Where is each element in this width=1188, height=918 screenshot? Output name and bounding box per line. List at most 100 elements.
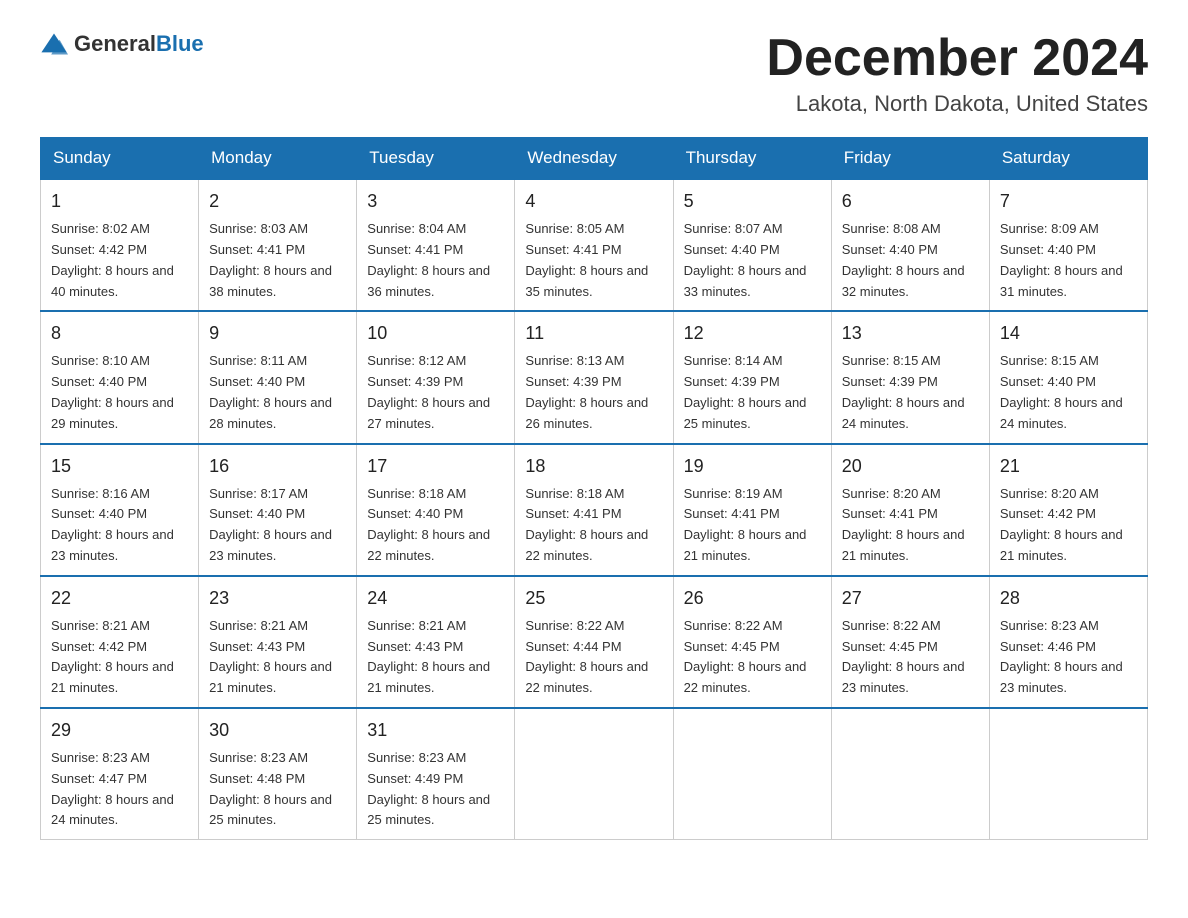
calendar-cell: 29 Sunrise: 8:23 AMSunset: 4:47 PMDaylig… <box>41 708 199 840</box>
day-number: 26 <box>684 585 821 612</box>
header-wednesday: Wednesday <box>515 138 673 180</box>
calendar-cell: 23 Sunrise: 8:21 AMSunset: 4:43 PMDaylig… <box>199 576 357 708</box>
day-number: 12 <box>684 320 821 347</box>
page-title: December 2024 <box>766 30 1148 87</box>
day-number: 17 <box>367 453 504 480</box>
header-tuesday: Tuesday <box>357 138 515 180</box>
day-number: 23 <box>209 585 346 612</box>
calendar-cell: 5 Sunrise: 8:07 AMSunset: 4:40 PMDayligh… <box>673 179 831 311</box>
header-monday: Monday <box>199 138 357 180</box>
weekday-header-row: Sunday Monday Tuesday Wednesday Thursday… <box>41 138 1148 180</box>
calendar-cell: 9 Sunrise: 8:11 AMSunset: 4:40 PMDayligh… <box>199 311 357 443</box>
day-info: Sunrise: 8:04 AMSunset: 4:41 PMDaylight:… <box>367 221 490 298</box>
calendar-cell: 12 Sunrise: 8:14 AMSunset: 4:39 PMDaylig… <box>673 311 831 443</box>
day-number: 10 <box>367 320 504 347</box>
day-info: Sunrise: 8:16 AMSunset: 4:40 PMDaylight:… <box>51 486 174 563</box>
day-number: 1 <box>51 188 188 215</box>
day-info: Sunrise: 8:20 AMSunset: 4:42 PMDaylight:… <box>1000 486 1123 563</box>
calendar-cell: 10 Sunrise: 8:12 AMSunset: 4:39 PMDaylig… <box>357 311 515 443</box>
day-number: 21 <box>1000 453 1137 480</box>
calendar-week-row: 29 Sunrise: 8:23 AMSunset: 4:47 PMDaylig… <box>41 708 1148 840</box>
calendar-week-row: 8 Sunrise: 8:10 AMSunset: 4:40 PMDayligh… <box>41 311 1148 443</box>
calendar-cell: 18 Sunrise: 8:18 AMSunset: 4:41 PMDaylig… <box>515 444 673 576</box>
day-info: Sunrise: 8:12 AMSunset: 4:39 PMDaylight:… <box>367 353 490 430</box>
logo-blue: Blue <box>156 31 204 56</box>
day-info: Sunrise: 8:17 AMSunset: 4:40 PMDaylight:… <box>209 486 332 563</box>
title-area: December 2024 Lakota, North Dakota, Unit… <box>766 30 1148 117</box>
day-info: Sunrise: 8:22 AMSunset: 4:45 PMDaylight:… <box>842 618 965 695</box>
day-info: Sunrise: 8:15 AMSunset: 4:39 PMDaylight:… <box>842 353 965 430</box>
day-number: 2 <box>209 188 346 215</box>
calendar-cell: 25 Sunrise: 8:22 AMSunset: 4:44 PMDaylig… <box>515 576 673 708</box>
calendar-cell: 4 Sunrise: 8:05 AMSunset: 4:41 PMDayligh… <box>515 179 673 311</box>
day-info: Sunrise: 8:22 AMSunset: 4:45 PMDaylight:… <box>684 618 807 695</box>
day-number: 13 <box>842 320 979 347</box>
day-number: 31 <box>367 717 504 744</box>
day-info: Sunrise: 8:21 AMSunset: 4:43 PMDaylight:… <box>367 618 490 695</box>
calendar-cell: 22 Sunrise: 8:21 AMSunset: 4:42 PMDaylig… <box>41 576 199 708</box>
calendar-cell <box>831 708 989 840</box>
page-subtitle: Lakota, North Dakota, United States <box>766 91 1148 117</box>
day-info: Sunrise: 8:20 AMSunset: 4:41 PMDaylight:… <box>842 486 965 563</box>
day-number: 7 <box>1000 188 1137 215</box>
day-info: Sunrise: 8:05 AMSunset: 4:41 PMDaylight:… <box>525 221 648 298</box>
calendar-cell: 14 Sunrise: 8:15 AMSunset: 4:40 PMDaylig… <box>989 311 1147 443</box>
calendar-cell: 7 Sunrise: 8:09 AMSunset: 4:40 PMDayligh… <box>989 179 1147 311</box>
day-info: Sunrise: 8:13 AMSunset: 4:39 PMDaylight:… <box>525 353 648 430</box>
header-sunday: Sunday <box>41 138 199 180</box>
day-info: Sunrise: 8:23 AMSunset: 4:46 PMDaylight:… <box>1000 618 1123 695</box>
calendar-cell: 28 Sunrise: 8:23 AMSunset: 4:46 PMDaylig… <box>989 576 1147 708</box>
day-number: 14 <box>1000 320 1137 347</box>
day-number: 20 <box>842 453 979 480</box>
day-number: 9 <box>209 320 346 347</box>
day-info: Sunrise: 8:21 AMSunset: 4:43 PMDaylight:… <box>209 618 332 695</box>
day-info: Sunrise: 8:08 AMSunset: 4:40 PMDaylight:… <box>842 221 965 298</box>
day-number: 4 <box>525 188 662 215</box>
calendar-week-row: 22 Sunrise: 8:21 AMSunset: 4:42 PMDaylig… <box>41 576 1148 708</box>
day-number: 19 <box>684 453 821 480</box>
calendar-cell: 26 Sunrise: 8:22 AMSunset: 4:45 PMDaylig… <box>673 576 831 708</box>
logo: GeneralBlue <box>40 30 204 58</box>
day-number: 15 <box>51 453 188 480</box>
calendar-cell: 27 Sunrise: 8:22 AMSunset: 4:45 PMDaylig… <box>831 576 989 708</box>
logo-general: General <box>74 31 156 56</box>
day-info: Sunrise: 8:23 AMSunset: 4:48 PMDaylight:… <box>209 750 332 827</box>
day-number: 3 <box>367 188 504 215</box>
calendar-cell: 17 Sunrise: 8:18 AMSunset: 4:40 PMDaylig… <box>357 444 515 576</box>
day-number: 5 <box>684 188 821 215</box>
calendar-cell: 30 Sunrise: 8:23 AMSunset: 4:48 PMDaylig… <box>199 708 357 840</box>
day-info: Sunrise: 8:19 AMSunset: 4:41 PMDaylight:… <box>684 486 807 563</box>
day-info: Sunrise: 8:21 AMSunset: 4:42 PMDaylight:… <box>51 618 174 695</box>
calendar-cell <box>989 708 1147 840</box>
day-number: 30 <box>209 717 346 744</box>
calendar-cell: 13 Sunrise: 8:15 AMSunset: 4:39 PMDaylig… <box>831 311 989 443</box>
calendar-cell: 2 Sunrise: 8:03 AMSunset: 4:41 PMDayligh… <box>199 179 357 311</box>
calendar-cell: 11 Sunrise: 8:13 AMSunset: 4:39 PMDaylig… <box>515 311 673 443</box>
day-info: Sunrise: 8:11 AMSunset: 4:40 PMDaylight:… <box>209 353 332 430</box>
day-info: Sunrise: 8:10 AMSunset: 4:40 PMDaylight:… <box>51 353 174 430</box>
day-number: 8 <box>51 320 188 347</box>
calendar-cell: 8 Sunrise: 8:10 AMSunset: 4:40 PMDayligh… <box>41 311 199 443</box>
day-info: Sunrise: 8:09 AMSunset: 4:40 PMDaylight:… <box>1000 221 1123 298</box>
calendar-cell: 21 Sunrise: 8:20 AMSunset: 4:42 PMDaylig… <box>989 444 1147 576</box>
day-info: Sunrise: 8:18 AMSunset: 4:40 PMDaylight:… <box>367 486 490 563</box>
page-header: GeneralBlue December 2024 Lakota, North … <box>40 30 1148 117</box>
day-info: Sunrise: 8:07 AMSunset: 4:40 PMDaylight:… <box>684 221 807 298</box>
day-number: 27 <box>842 585 979 612</box>
calendar-cell: 24 Sunrise: 8:21 AMSunset: 4:43 PMDaylig… <box>357 576 515 708</box>
day-number: 24 <box>367 585 504 612</box>
calendar-cell: 15 Sunrise: 8:16 AMSunset: 4:40 PMDaylig… <box>41 444 199 576</box>
calendar-table: Sunday Monday Tuesday Wednesday Thursday… <box>40 137 1148 840</box>
day-info: Sunrise: 8:14 AMSunset: 4:39 PMDaylight:… <box>684 353 807 430</box>
header-friday: Friday <box>831 138 989 180</box>
calendar-cell: 31 Sunrise: 8:23 AMSunset: 4:49 PMDaylig… <box>357 708 515 840</box>
day-number: 16 <box>209 453 346 480</box>
calendar-cell <box>515 708 673 840</box>
day-number: 28 <box>1000 585 1137 612</box>
day-info: Sunrise: 8:23 AMSunset: 4:47 PMDaylight:… <box>51 750 174 827</box>
calendar-cell: 6 Sunrise: 8:08 AMSunset: 4:40 PMDayligh… <box>831 179 989 311</box>
calendar-week-row: 1 Sunrise: 8:02 AMSunset: 4:42 PMDayligh… <box>41 179 1148 311</box>
day-info: Sunrise: 8:02 AMSunset: 4:42 PMDaylight:… <box>51 221 174 298</box>
day-number: 29 <box>51 717 188 744</box>
calendar-body: 1 Sunrise: 8:02 AMSunset: 4:42 PMDayligh… <box>41 179 1148 839</box>
